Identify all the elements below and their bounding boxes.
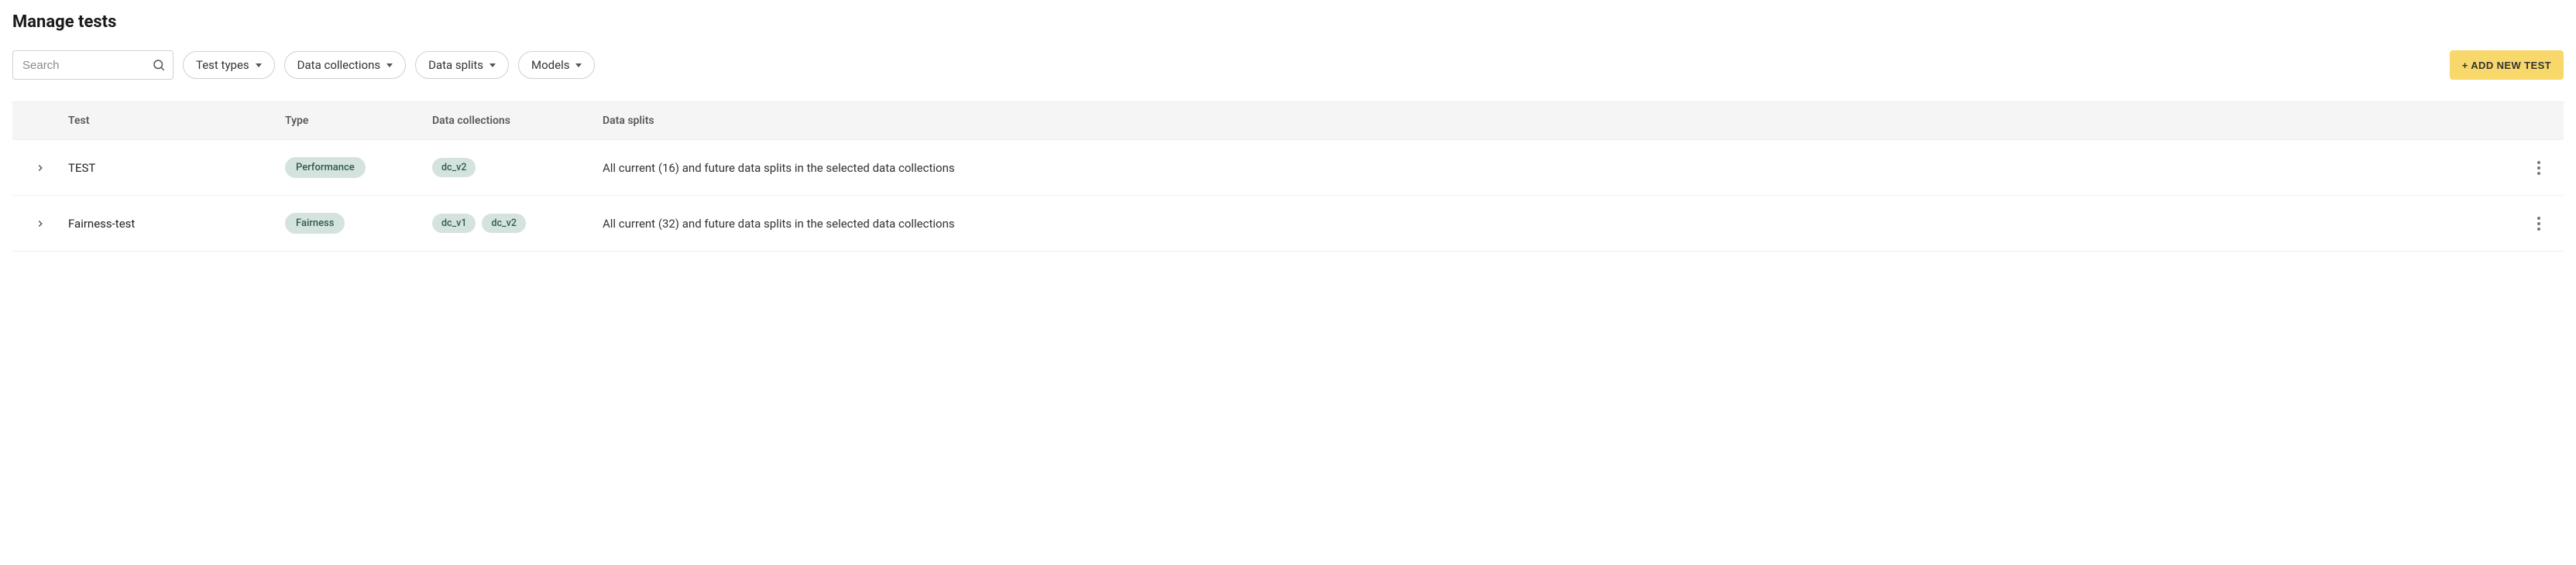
- row-actions-menu[interactable]: [2530, 214, 2548, 233]
- table-row: Fairness-test Fairness dc_v1 dc_v2 All curre…: [12, 196, 2564, 252]
- data-splits-text: All current (32) and future data splits …: [603, 217, 955, 231]
- filter-data-collections[interactable]: Data collections: [284, 51, 406, 79]
- th-test: Test: [59, 102, 276, 140]
- expand-row-button[interactable]: [31, 159, 50, 177]
- more-vertical-icon: [2537, 217, 2540, 231]
- data-collections-chips: dc_v1 dc_v2: [432, 214, 584, 233]
- th-actions: [2517, 102, 2564, 140]
- test-name: TEST: [68, 161, 95, 175]
- th-type: Type: [276, 102, 423, 140]
- th-data-splits: Data splits: [593, 102, 2517, 140]
- filter-test-types[interactable]: Test types: [183, 51, 275, 79]
- caret-down-icon: [489, 63, 496, 67]
- add-new-test-button[interactable]: + ADD NEW TEST: [2450, 50, 2564, 80]
- data-collection-chip: dc_v1: [432, 214, 476, 233]
- expand-row-button[interactable]: [31, 214, 50, 233]
- search-wrap: [12, 50, 173, 80]
- th-expand: [12, 102, 59, 140]
- type-chip: Performance: [285, 157, 366, 178]
- row-actions-menu[interactable]: [2530, 159, 2548, 177]
- chevron-right-icon: [35, 163, 46, 173]
- table-header: Test Type Data collections Data splits: [12, 102, 2564, 140]
- filter-data-splits[interactable]: Data splits: [415, 51, 509, 79]
- test-name: Fairness-test: [68, 217, 135, 231]
- chevron-right-icon: [35, 218, 46, 229]
- table-row: TEST Performance dc_v2 All current (16) and…: [12, 140, 2564, 196]
- th-data-collections: Data collections: [423, 102, 593, 140]
- search-input[interactable]: [12, 50, 173, 80]
- filter-label: Data collections: [297, 58, 380, 72]
- type-chip: Fairness: [285, 213, 345, 234]
- filter-label: Models: [531, 58, 569, 72]
- more-vertical-icon: [2537, 161, 2540, 175]
- filter-label: Data splits: [428, 58, 483, 72]
- page-title: Manage tests: [12, 12, 2564, 32]
- caret-down-icon: [256, 63, 262, 67]
- data-splits-text: All current (16) and future data splits …: [603, 161, 955, 175]
- data-collection-chip: dc_v2: [482, 214, 525, 233]
- data-collections-chips: dc_v2: [432, 158, 584, 177]
- tests-table: Test Type Data collections Data splits T…: [12, 101, 2564, 252]
- toolbar: Test types Data collections Data splits …: [12, 50, 2564, 80]
- data-collection-chip: dc_v2: [432, 158, 476, 177]
- search-icon: [152, 58, 166, 72]
- caret-down-icon: [575, 63, 582, 67]
- filter-label: Test types: [196, 58, 249, 72]
- caret-down-icon: [386, 63, 393, 67]
- filter-models[interactable]: Models: [518, 51, 595, 79]
